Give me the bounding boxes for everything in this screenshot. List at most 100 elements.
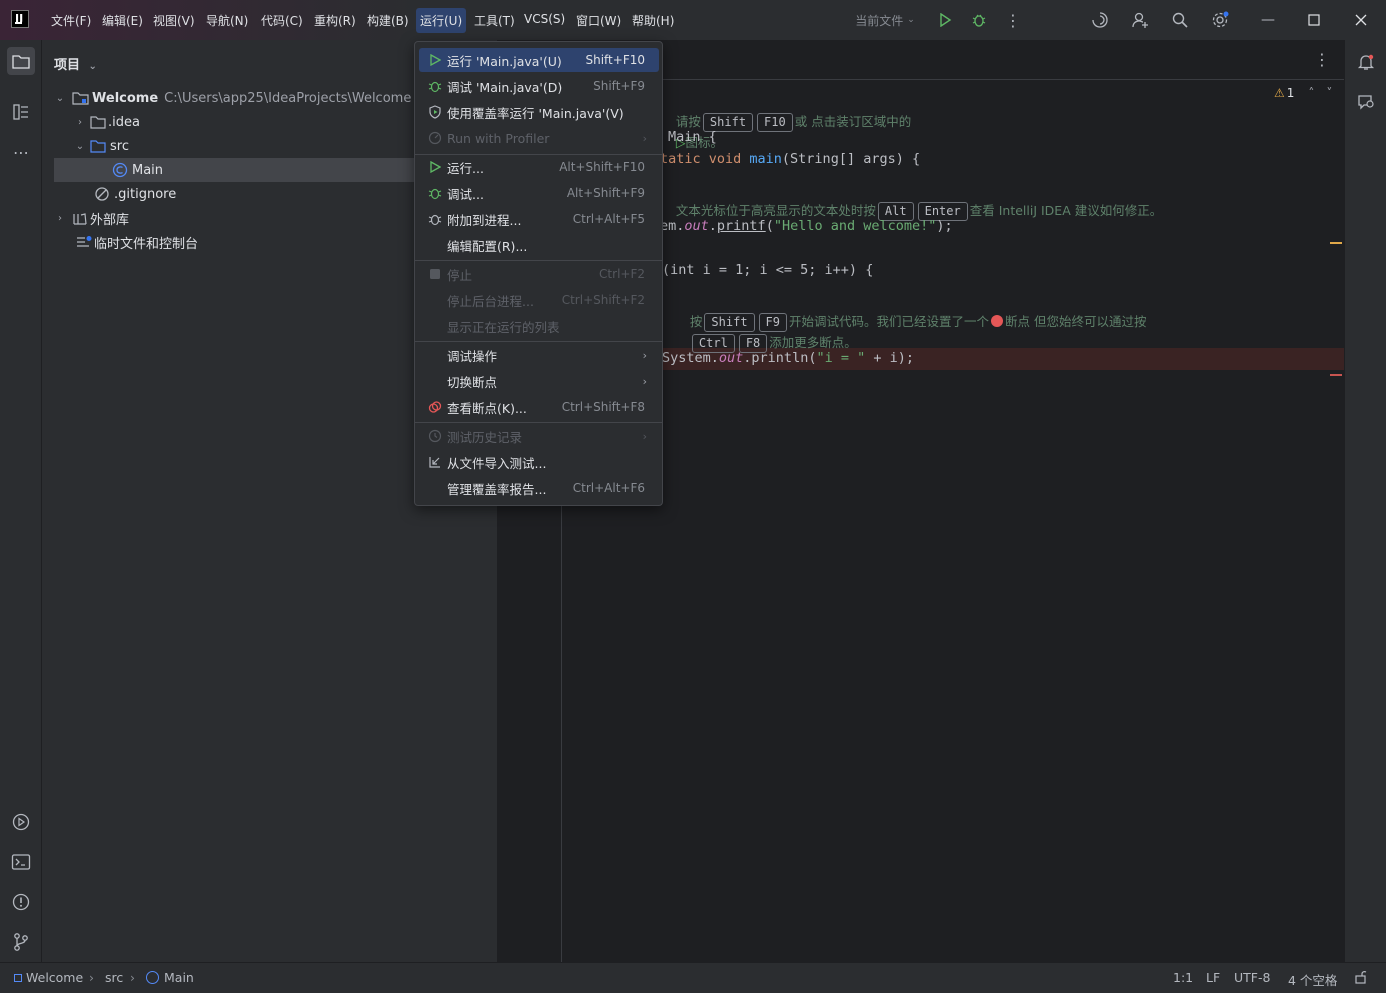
menu-item-toggle-breakpoint[interactable]: 切换断点 › bbox=[419, 369, 659, 393]
project-panel-title[interactable]: 项目 ⌄ bbox=[54, 54, 97, 73]
menu-item-run-main[interactable]: 运行 'Main.java'(U) Shift+F10 bbox=[419, 48, 659, 72]
breadcrumb-item[interactable]: Welcome bbox=[14, 970, 83, 985]
breadcrumb-separator: › bbox=[89, 970, 94, 985]
services-icon[interactable] bbox=[7, 808, 35, 836]
menu-item-debug-dialog[interactable]: 调试... Alt+Shift+F9 bbox=[419, 181, 659, 205]
chevron-down-icon[interactable]: ⌄ bbox=[54, 93, 66, 104]
menu-item-run-with-profiler[interactable]: Run with Profiler › bbox=[419, 126, 659, 150]
menu-refactor[interactable]: 重构(R) bbox=[314, 12, 356, 29]
menu-item-show-running-list[interactable]: 显示正在运行的列表 bbox=[419, 314, 659, 338]
menu-separator bbox=[415, 341, 662, 342]
menu-item-stop-background[interactable]: 停止后台进程... Ctrl+Shift+F2 bbox=[419, 288, 659, 312]
menu-edit[interactable]: 编辑(E) bbox=[102, 12, 143, 29]
debug-button[interactable] bbox=[968, 0, 990, 40]
minimize-icon[interactable]: — bbox=[1256, 0, 1280, 40]
right-tool-strip bbox=[1344, 40, 1386, 962]
code-line: tatic void main(String[] args) { bbox=[660, 151, 921, 167]
debug-bug-icon bbox=[427, 185, 443, 201]
attach-debugger-icon bbox=[427, 211, 443, 227]
menu-tools[interactable]: 工具(T) bbox=[474, 12, 515, 29]
line-separator[interactable]: LF bbox=[1206, 970, 1220, 985]
scroll-marker-breakpoint[interactable] bbox=[1330, 374, 1342, 376]
module-icon bbox=[14, 974, 22, 982]
left-tool-strip: ⋯ bbox=[0, 40, 42, 962]
chevron-down-icon: ⌄ bbox=[88, 61, 97, 72]
more-tools-icon[interactable]: ⋯ bbox=[7, 138, 35, 166]
project-folder-icon[interactable] bbox=[7, 47, 35, 75]
scroll-marker-warning[interactable] bbox=[1330, 242, 1342, 244]
view-breakpoints-icon bbox=[427, 399, 443, 415]
ai-assistant-icon[interactable] bbox=[1088, 0, 1112, 40]
file-encoding[interactable]: UTF-8 bbox=[1234, 970, 1270, 985]
editor-options-icon[interactable]: ⋮ bbox=[1314, 50, 1330, 69]
inspection-widget[interactable]: ⚠ 1 ˄ ˅ bbox=[1274, 86, 1332, 100]
run-button[interactable] bbox=[934, 0, 956, 40]
lock-icon[interactable] bbox=[1354, 970, 1368, 987]
add-user-icon[interactable] bbox=[1128, 0, 1152, 40]
run-icon bbox=[427, 159, 443, 175]
close-icon[interactable] bbox=[1349, 0, 1373, 40]
project-path: C:\Users\app25\IdeaProjects\Welcome bbox=[164, 90, 412, 106]
menu-window[interactable]: 窗口(W) bbox=[576, 12, 621, 29]
problems-icon[interactable] bbox=[7, 888, 35, 916]
maximize-icon[interactable] bbox=[1302, 0, 1326, 40]
structure-icon[interactable] bbox=[7, 98, 35, 126]
breadcrumb-item[interactable]: Main bbox=[146, 970, 194, 985]
menu-item-debug-actions[interactable]: 调试操作 › bbox=[419, 343, 659, 367]
menu-item-run-with-coverage[interactable]: 使用覆盖率运行 'Main.java'(V) bbox=[419, 100, 659, 124]
terminal-icon[interactable] bbox=[7, 848, 35, 876]
tree-label: src bbox=[110, 138, 129, 154]
menu-vcs[interactable]: VCS(S) bbox=[524, 12, 565, 26]
run-config-selector[interactable]: 当前文件 ⌄ bbox=[848, 0, 922, 40]
chevron-right-icon: › bbox=[642, 348, 647, 362]
chevron-right-icon[interactable]: › bbox=[74, 117, 86, 128]
ai-chat-icon[interactable] bbox=[1352, 88, 1380, 116]
menu-file[interactable]: 文件(F) bbox=[51, 12, 91, 29]
menu-item-edit-configurations[interactable]: 编辑配置(R)... bbox=[419, 233, 659, 257]
code-line: (int i = 1; i <= 5; i++) { bbox=[662, 262, 874, 278]
menu-navigate[interactable]: 导航(N) bbox=[206, 12, 248, 29]
intellij-logo-icon[interactable]: IJ bbox=[11, 10, 29, 28]
project-title-label: 项目 bbox=[54, 58, 81, 73]
title-bar: IJ 文件(F) 编辑(E) 视图(V) 导航(N) 代码(C) 重构(R) 构… bbox=[0, 0, 1386, 40]
indent-setting[interactable]: 4 个空格 bbox=[1288, 970, 1337, 989]
menu-item-run-dialog[interactable]: 运行... Alt+Shift+F10 bbox=[419, 155, 659, 179]
chevron-down-icon[interactable]: ⌄ bbox=[74, 141, 86, 152]
search-icon[interactable] bbox=[1168, 0, 1192, 40]
menu-build[interactable]: 构建(B) bbox=[367, 12, 409, 29]
caret-position[interactable]: 1:1 bbox=[1173, 970, 1193, 985]
code-line: System.out.println("i = " + i); bbox=[662, 350, 915, 366]
stop-icon bbox=[427, 266, 443, 282]
menu-item-stop[interactable]: 停止 Ctrl+F2 bbox=[419, 262, 659, 286]
tree-label: Welcome bbox=[92, 90, 159, 106]
chevron-right-icon: › bbox=[642, 131, 647, 145]
menu-item-view-breakpoints[interactable]: 查看断点(K)... Ctrl+Shift+F8 bbox=[419, 395, 659, 419]
menu-item-manage-coverage[interactable]: 管理覆盖率报告... Ctrl+Alt+F6 bbox=[419, 476, 659, 500]
settings-gear-icon[interactable] bbox=[1208, 0, 1232, 40]
breadcrumb-separator: › bbox=[130, 970, 135, 985]
menu-code[interactable]: 代码(C) bbox=[261, 12, 303, 29]
library-icon bbox=[73, 213, 87, 225]
folder-icon bbox=[90, 116, 106, 129]
scratches-icon bbox=[77, 236, 92, 247]
chevron-down-icon[interactable]: ˅ bbox=[1326, 86, 1332, 100]
menu-run[interactable]: 运行(U) bbox=[416, 8, 467, 33]
menu-item-test-history[interactable]: 测试历史记录 › bbox=[419, 424, 659, 448]
git-branch-icon[interactable] bbox=[7, 928, 35, 956]
chevron-right-icon: › bbox=[642, 429, 647, 443]
chevron-up-icon[interactable]: ˄ bbox=[1308, 86, 1314, 100]
menu-help[interactable]: 帮助(H) bbox=[632, 12, 674, 29]
chevron-down-icon: ⌄ bbox=[907, 15, 915, 25]
menu-item-debug-main[interactable]: 调试 'Main.java'(D) Shift+F9 bbox=[419, 74, 659, 98]
import-arrow-icon bbox=[427, 454, 443, 470]
menu-item-attach-to-process[interactable]: 附加到进程... Ctrl+Alt+F5 bbox=[419, 207, 659, 231]
tree-label: Main bbox=[132, 162, 164, 178]
notifications-bell-icon[interactable] bbox=[1352, 48, 1380, 76]
history-clock-icon bbox=[427, 428, 443, 444]
more-actions-icon[interactable]: ⋮ bbox=[1002, 0, 1024, 40]
run-menu-dropdown: 运行 'Main.java'(U) Shift+F10 调试 'Main.jav… bbox=[414, 41, 663, 506]
menu-item-import-tests[interactable]: 从文件导入测试... bbox=[419, 450, 659, 474]
breadcrumb-item[interactable]: src bbox=[105, 970, 123, 985]
menu-view[interactable]: 视图(V) bbox=[153, 12, 195, 29]
chevron-right-icon[interactable]: › bbox=[54, 213, 66, 224]
